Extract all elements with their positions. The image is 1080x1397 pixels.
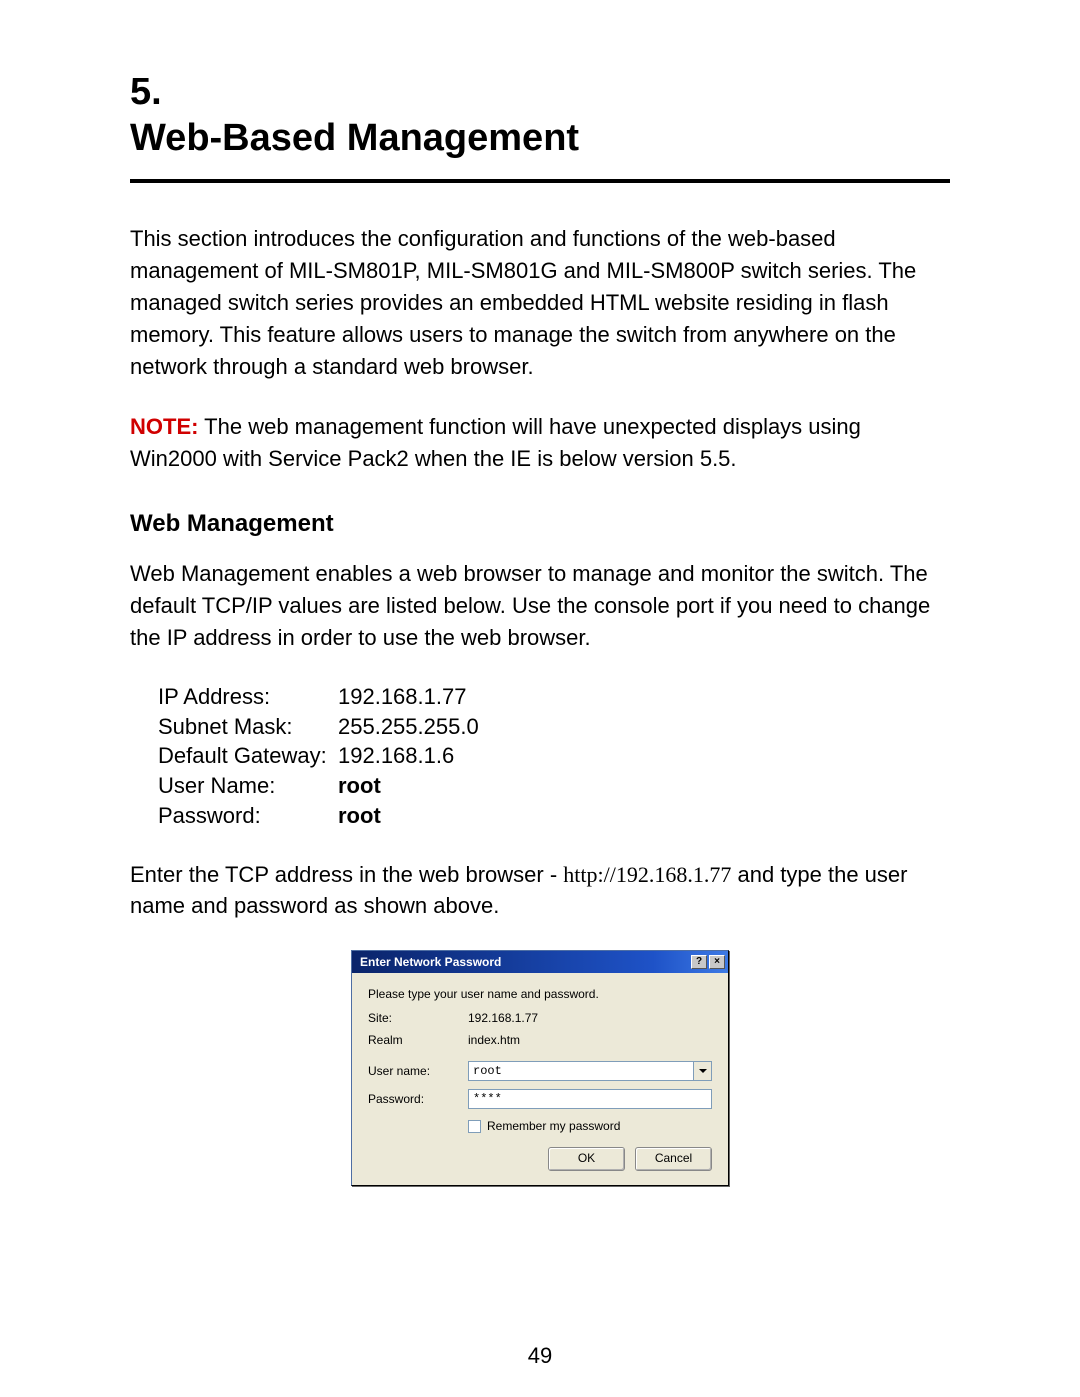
username-label: User Name: [158,771,338,801]
username-dropdown-button[interactable] [694,1061,712,1081]
default-subnet-row: Subnet Mask: 255.255.255.0 [158,712,950,742]
dialog-realm-value: index.htm [468,1033,712,1047]
web-management-subheading: Web Management [130,510,950,538]
subnet-value: 255.255.255.0 [338,712,479,742]
titlebar-buttons: ? × [691,955,725,969]
chapter-number: 5. [130,71,162,113]
ip-label: IP Address: [158,682,338,712]
dialog-site-label: Site: [368,1011,468,1025]
ip-value: 192.168.1.77 [338,682,466,712]
gateway-value: 192.168.1.6 [338,741,454,771]
defaults-block: IP Address: 192.168.1.77 Subnet Mask: 25… [158,682,950,830]
remember-row[interactable]: Remember my password [468,1119,712,1133]
password-label: Password: [158,801,338,831]
auth-dialog: Enter Network Password ? × Please type y… [351,950,729,1186]
document-page: 5. Web-Based Management This section int… [0,0,1080,1397]
username-input[interactable]: root [468,1061,694,1081]
default-password-row: Password: root [158,801,950,831]
remember-checkbox[interactable] [468,1120,481,1133]
dialog-username-label: User name: [368,1064,468,1078]
enter-address-paragraph: Enter the TCP address in the web browser… [130,859,950,923]
username-combo[interactable]: root [468,1061,712,1081]
dialog-body: Please type your user name and password.… [352,973,728,1185]
dialog-password-row: Password: **** [368,1089,712,1109]
close-icon[interactable]: × [709,955,725,969]
help-icon[interactable]: ? [691,955,707,969]
web-management-paragraph: Web Management enables a web browser to … [130,558,950,654]
password-input[interactable]: **** [468,1089,712,1109]
dialog-site-row: Site: 192.168.1.77 [368,1011,712,1025]
dialog-button-row: OK Cancel [368,1147,712,1171]
enter-url: http://192.168.1.77 [563,862,731,887]
dialog-title: Enter Network Password [360,955,501,969]
dialog-titlebar: Enter Network Password ? × [352,951,728,973]
subnet-label: Subnet Mask: [158,712,338,742]
password-field-wrap: **** [468,1089,712,1109]
dialog-realm-row: Realm index.htm [368,1033,712,1047]
password-value: root [338,801,381,831]
chevron-down-icon [699,1069,707,1073]
intro-paragraph: This section introduces the configuratio… [130,223,950,382]
enter-text-1: Enter the TCP address in the web browser… [130,862,563,887]
dialog-figure: Enter Network Password ? × Please type y… [130,950,950,1186]
dialog-instruction: Please type your user name and password. [368,987,712,1001]
default-ip-row: IP Address: 192.168.1.77 [158,682,950,712]
dialog-site-value: 192.168.1.77 [468,1011,712,1025]
dialog-password-label: Password: [368,1092,468,1106]
dialog-username-row: User name: root [368,1061,712,1081]
default-gateway-row: Default Gateway: 192.168.1.6 [158,741,950,771]
chapter-heading: 5. Web-Based Management [130,70,950,161]
note-paragraph: NOTE: The web management function will h… [130,411,950,475]
page-number: 49 [0,1343,1080,1369]
heading-rule [130,179,950,183]
default-username-row: User Name: root [158,771,950,801]
ok-button[interactable]: OK [548,1147,625,1171]
username-value: root [338,771,381,801]
remember-label: Remember my password [487,1119,620,1133]
chapter-title: Web-Based Management [130,117,579,159]
gateway-label: Default Gateway: [158,741,338,771]
note-text: The web management function will have un… [130,414,861,471]
note-label: NOTE: [130,414,198,439]
cancel-button[interactable]: Cancel [635,1147,712,1171]
dialog-realm-label: Realm [368,1033,468,1047]
